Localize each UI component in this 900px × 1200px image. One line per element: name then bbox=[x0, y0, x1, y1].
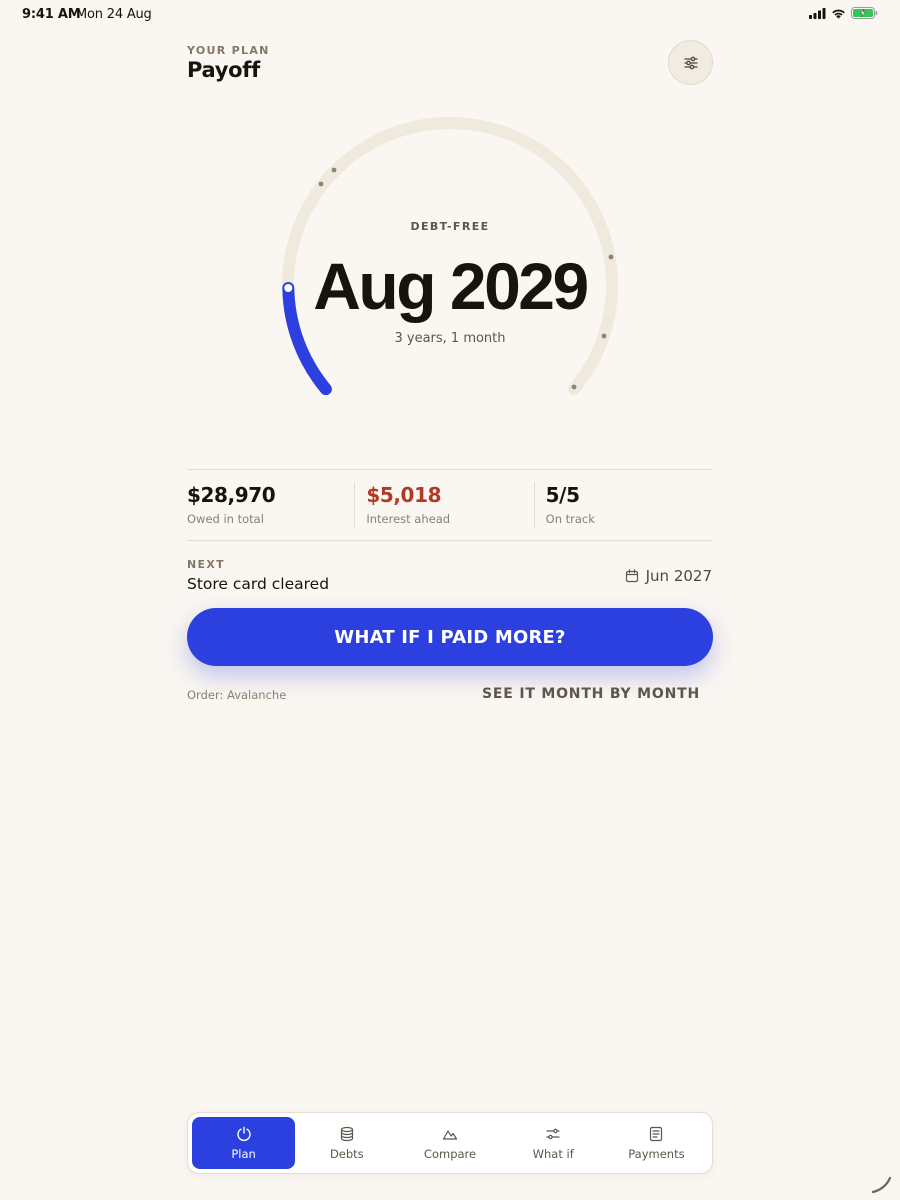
filter-settings-button[interactable] bbox=[668, 40, 713, 85]
status-bar: 9:41 AM Mon 24 Aug bbox=[0, 0, 900, 30]
stat-value: $28,970 bbox=[187, 483, 276, 507]
sliders-icon bbox=[546, 1128, 560, 1139]
stat-value: 5/5 bbox=[545, 483, 580, 507]
tab-what-if[interactable]: What if bbox=[502, 1117, 605, 1169]
battery-charging-icon bbox=[851, 7, 878, 19]
stat-on-track: 5/5 On track bbox=[533, 470, 713, 540]
next-eyebrow: NEXT bbox=[187, 558, 225, 571]
status-time: 9:41 AM bbox=[22, 7, 81, 22]
stat-label: Interest ahead bbox=[366, 512, 451, 526]
page-eyebrow: YOUR PLAN bbox=[187, 44, 270, 57]
tab-label: Plan bbox=[231, 1146, 256, 1161]
divider bbox=[187, 540, 713, 541]
mountain-icon bbox=[442, 1129, 458, 1140]
next-milestone-title: Store card cleared bbox=[187, 575, 330, 593]
tab-plan[interactable]: Plan bbox=[192, 1117, 296, 1169]
stat-label: On track bbox=[545, 512, 595, 526]
what-if-paid-more-button[interactable]: WHAT IF I PAID MORE? bbox=[187, 608, 713, 666]
calendar-icon bbox=[625, 569, 638, 583]
tab-label: Debts bbox=[329, 1146, 364, 1161]
debt-free-label: DEBT-FREE bbox=[410, 220, 490, 233]
payoff-order: Order: Avalanche bbox=[187, 688, 287, 702]
status-icons bbox=[809, 7, 878, 19]
stat-label: Owed in total bbox=[187, 512, 264, 526]
database-icon bbox=[340, 1126, 353, 1141]
tab-label: Payments bbox=[628, 1146, 685, 1161]
tab-debts[interactable]: Debts bbox=[295, 1117, 398, 1169]
payoff-gauge: DEBT-FREE Aug 2029 3 years, 1 month bbox=[250, 100, 650, 420]
milestone-dot bbox=[318, 181, 324, 187]
power-icon bbox=[236, 1126, 251, 1141]
tab-payments[interactable]: Payments bbox=[605, 1117, 708, 1169]
tab-label: What if bbox=[532, 1146, 574, 1161]
debt-free-date: Aug 2029 bbox=[313, 249, 589, 323]
debt-free-duration: 3 years, 1 month bbox=[394, 331, 506, 346]
sliders-icon bbox=[683, 56, 698, 69]
next-date-text: Jun 2027 bbox=[645, 567, 712, 585]
stat-interest-ahead: $5,018 Interest ahead bbox=[354, 470, 533, 540]
tab-bar: Plan Debts Compare What if Payments bbox=[187, 1112, 713, 1174]
stat-value: $5,018 bbox=[366, 483, 442, 507]
tab-compare[interactable]: Compare bbox=[398, 1117, 501, 1169]
page-title: Payoff bbox=[187, 58, 260, 82]
status-date: Mon 24 Aug bbox=[76, 7, 152, 22]
next-milestone-date: Jun 2027 bbox=[625, 567, 712, 585]
wifi-icon bbox=[832, 9, 845, 19]
month-by-month-link[interactable]: SEE IT MONTH BY MONTH bbox=[482, 686, 700, 702]
milestone-dot bbox=[571, 384, 577, 390]
corner-indicator bbox=[871, 1176, 892, 1194]
stats-row: $28,970 Owed in total $5,018 Interest ah… bbox=[187, 470, 713, 540]
document-icon bbox=[650, 1126, 663, 1141]
cellular-signal-icon bbox=[809, 7, 826, 19]
tab-label: Compare bbox=[423, 1146, 477, 1161]
stat-owed-total: $28,970 Owed in total bbox=[187, 470, 354, 540]
milestone-dot bbox=[331, 167, 337, 173]
